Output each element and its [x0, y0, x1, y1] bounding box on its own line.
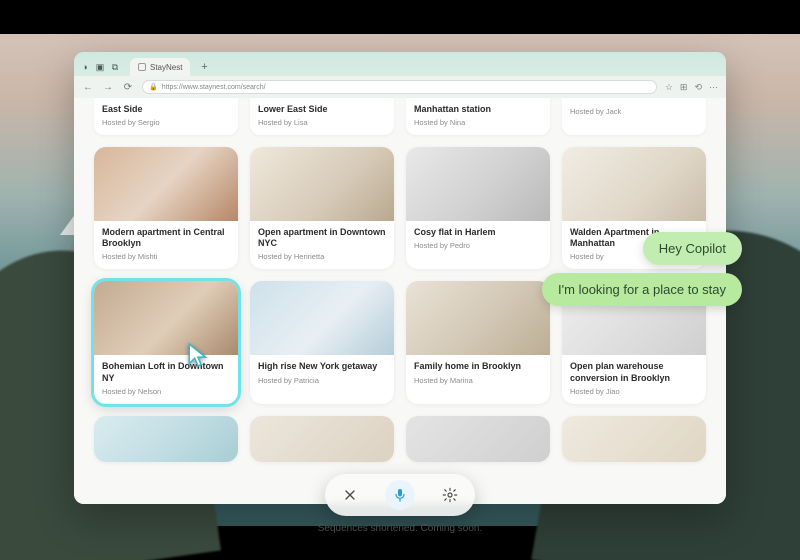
listing-host: Hosted by Sergio	[102, 118, 230, 127]
listing-thumbnail	[250, 416, 394, 462]
listing-title: East Side	[102, 104, 230, 115]
listing-host: Hosted by Jack	[570, 107, 698, 116]
listing-host: Hosted by Marina	[414, 376, 542, 385]
extensions-icon[interactable]: ⊞	[680, 82, 688, 93]
listing-card[interactable]: Cosy flat in Harlem Hosted by Pedro	[406, 147, 550, 270]
browser-tabbar: ◑ ▣ ⧉ StayNest +	[74, 52, 726, 76]
favorite-icon[interactable]: ☆	[665, 82, 673, 93]
refresh-icon[interactable]: ⟳	[122, 81, 134, 93]
listing-thumbnail	[406, 416, 550, 462]
listing-host: Hosted by Patricia	[258, 376, 386, 385]
listing-card[interactable]: East Side Hosted by Sergio	[94, 98, 238, 135]
listing-card[interactable]	[250, 416, 394, 462]
favicon-icon	[138, 63, 146, 71]
listing-thumbnail	[562, 147, 706, 221]
listing-title: Manhattan station	[414, 104, 542, 115]
new-tab-button[interactable]: +	[196, 59, 212, 75]
listing-thumbnail	[406, 147, 550, 221]
listing-title: Open plan warehouse conversion in Brookl…	[570, 361, 698, 384]
listing-host: Hosted by Jiao	[570, 387, 698, 396]
tab-staynest[interactable]: StayNest	[130, 58, 190, 76]
listing-host: Hosted by Pedro	[414, 241, 542, 250]
listing-host: Hosted by Henrietta	[258, 252, 386, 261]
forward-icon[interactable]: →	[102, 81, 114, 93]
copilot-bubble: I'm looking for a place to stay	[542, 273, 742, 306]
listing-title: Bohemian Loft in Downtown NY	[102, 361, 230, 384]
copilot-bubbles: Hey Copilot I'm looking for a place to s…	[542, 232, 742, 306]
listing-row-partial-top: East Side Hosted by Sergio Lower East Si…	[94, 98, 706, 135]
listing-thumbnail	[94, 416, 238, 462]
listing-card[interactable]: Manhattan station Hosted by Nina	[406, 98, 550, 135]
listing-host: Hosted by Nelson	[102, 387, 230, 396]
letterbox-top	[0, 0, 800, 34]
voice-control-bar	[325, 474, 475, 516]
caption-text: Sequences shortened. Coming soon.	[0, 497, 800, 508]
listing-card[interactable]	[406, 416, 550, 462]
url-text: https://www.staynest.com/search/	[162, 84, 266, 91]
sync-icon[interactable]: ⟲	[694, 82, 702, 93]
listing-card[interactable]: Hosted by Jack	[562, 98, 706, 135]
listing-card[interactable]	[562, 416, 706, 462]
menu-icon[interactable]: ⋯	[709, 82, 718, 93]
listing-thumbnail	[250, 281, 394, 355]
listing-thumbnail	[94, 147, 238, 221]
listing-host: Hosted by Mishti	[102, 252, 230, 261]
listing-thumbnail	[562, 416, 706, 462]
desktop-wallpaper: ◑ ▣ ⧉ StayNest + ← → ⟳ 🔒 https://www.sta…	[0, 0, 800, 560]
listing-card[interactable]	[94, 416, 238, 462]
workspace-icon[interactable]: ▣	[95, 62, 105, 72]
listing-host: Hosted by Lisa	[258, 118, 386, 127]
copilot-bubble: Hey Copilot	[643, 232, 742, 265]
listing-card[interactable]: Open apartment in Downtown NYC Hosted by …	[250, 147, 394, 270]
listing-title: Open apartment in Downtown NYC	[258, 227, 386, 250]
listing-card[interactable]: Lower East Side Hosted by Lisa	[250, 98, 394, 135]
listing-card[interactable]: Bohemian Loft in Downtown NY Hosted by Ne…	[94, 281, 238, 404]
url-input[interactable]: 🔒 https://www.staynest.com/search/	[142, 80, 657, 94]
listing-title: Modern apartment in Central Brooklyn	[102, 227, 230, 250]
listing-thumbnail	[250, 147, 394, 221]
listing-title: Lower East Side	[258, 104, 386, 115]
listing-title: Family home in Brooklyn	[414, 361, 542, 372]
listing-title: Cosy flat in Harlem	[414, 227, 542, 238]
browser-addressbar: ← → ⟳ 🔒 https://www.staynest.com/search/…	[74, 76, 726, 98]
listing-title: High rise New York getaway	[258, 361, 386, 372]
listing-thumbnail	[406, 281, 550, 355]
back-icon[interactable]: ←	[82, 81, 94, 93]
tabs-icon[interactable]: ⧉	[110, 62, 120, 72]
listing-card[interactable]: Family home in Brooklyn Hosted by Marina	[406, 281, 550, 404]
listing-card[interactable]: High rise New York getaway Hosted by Patr…	[250, 281, 394, 404]
listing-card[interactable]: Modern apartment in Central Brooklyn Host…	[94, 147, 238, 270]
edge-icon: ◑	[80, 62, 90, 72]
listing-row-partial-bottom	[94, 416, 706, 462]
listing-host: Hosted by Nina	[414, 118, 542, 127]
listing-thumbnail	[94, 281, 238, 355]
tab-title: StayNest	[150, 63, 182, 72]
